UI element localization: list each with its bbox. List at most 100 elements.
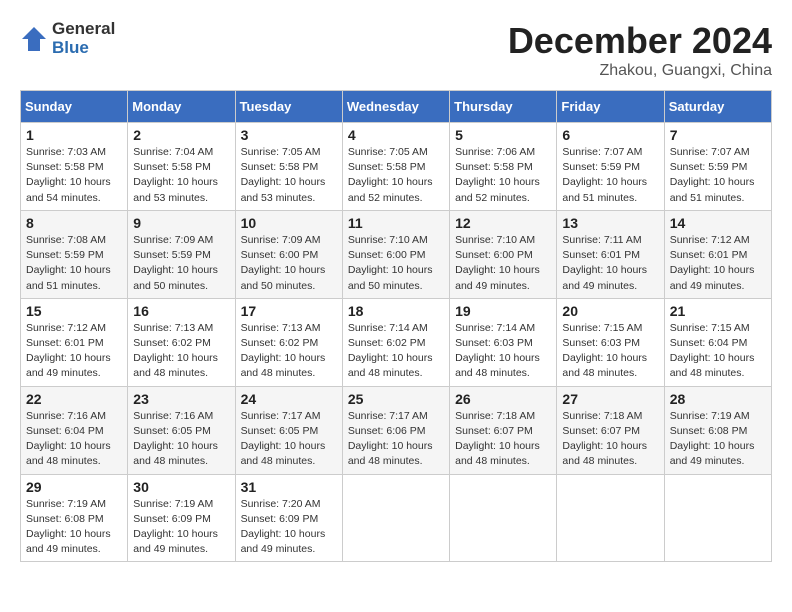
weekday-header: Sunday [21, 91, 128, 123]
calendar-cell: 10 Sunrise: 7:09 AM Sunset: 6:00 PM Dayl… [235, 210, 342, 298]
title-area: December 2024 Zhakou, Guangxi, China [508, 20, 772, 80]
day-number: 20 [562, 303, 658, 319]
day-number: 31 [241, 479, 337, 495]
day-number: 7 [670, 127, 766, 143]
calendar-cell: 16 Sunrise: 7:13 AM Sunset: 6:02 PM Dayl… [128, 298, 235, 386]
day-info: Sunrise: 7:07 AM Sunset: 5:59 PM Dayligh… [670, 145, 766, 206]
day-info: Sunrise: 7:14 AM Sunset: 6:03 PM Dayligh… [455, 321, 551, 382]
day-info: Sunrise: 7:20 AM Sunset: 6:09 PM Dayligh… [241, 497, 337, 558]
calendar-cell: 2 Sunrise: 7:04 AM Sunset: 5:58 PM Dayli… [128, 123, 235, 211]
calendar-cell: 30 Sunrise: 7:19 AM Sunset: 6:09 PM Dayl… [128, 474, 235, 562]
day-info: Sunrise: 7:17 AM Sunset: 6:05 PM Dayligh… [241, 409, 337, 470]
calendar-cell [664, 474, 771, 562]
day-info: Sunrise: 7:13 AM Sunset: 6:02 PM Dayligh… [133, 321, 229, 382]
day-number: 29 [26, 479, 122, 495]
calendar-cell: 29 Sunrise: 7:19 AM Sunset: 6:08 PM Dayl… [21, 474, 128, 562]
day-number: 27 [562, 391, 658, 407]
day-info: Sunrise: 7:06 AM Sunset: 5:58 PM Dayligh… [455, 145, 551, 206]
weekday-header: Monday [128, 91, 235, 123]
day-info: Sunrise: 7:07 AM Sunset: 5:59 PM Dayligh… [562, 145, 658, 206]
calendar-cell [342, 474, 449, 562]
day-info: Sunrise: 7:12 AM Sunset: 6:01 PM Dayligh… [670, 233, 766, 294]
day-info: Sunrise: 7:14 AM Sunset: 6:02 PM Dayligh… [348, 321, 444, 382]
calendar-cell [450, 474, 557, 562]
day-number: 15 [26, 303, 122, 319]
day-info: Sunrise: 7:08 AM Sunset: 5:59 PM Dayligh… [26, 233, 122, 294]
calendar-cell: 26 Sunrise: 7:18 AM Sunset: 6:07 PM Dayl… [450, 386, 557, 474]
day-number: 14 [670, 215, 766, 231]
day-info: Sunrise: 7:18 AM Sunset: 6:07 PM Dayligh… [562, 409, 658, 470]
day-info: Sunrise: 7:10 AM Sunset: 6:00 PM Dayligh… [455, 233, 551, 294]
calendar-cell: 24 Sunrise: 7:17 AM Sunset: 6:05 PM Dayl… [235, 386, 342, 474]
weekday-header: Saturday [664, 91, 771, 123]
weekday-header: Tuesday [235, 91, 342, 123]
day-info: Sunrise: 7:17 AM Sunset: 6:06 PM Dayligh… [348, 409, 444, 470]
day-info: Sunrise: 7:15 AM Sunset: 6:03 PM Dayligh… [562, 321, 658, 382]
calendar-cell: 8 Sunrise: 7:08 AM Sunset: 5:59 PM Dayli… [21, 210, 128, 298]
day-number: 21 [670, 303, 766, 319]
day-number: 28 [670, 391, 766, 407]
calendar-cell: 6 Sunrise: 7:07 AM Sunset: 5:59 PM Dayli… [557, 123, 664, 211]
day-number: 24 [241, 391, 337, 407]
calendar-cell: 18 Sunrise: 7:14 AM Sunset: 6:02 PM Dayl… [342, 298, 449, 386]
day-info: Sunrise: 7:15 AM Sunset: 6:04 PM Dayligh… [670, 321, 766, 382]
calendar-cell: 28 Sunrise: 7:19 AM Sunset: 6:08 PM Dayl… [664, 386, 771, 474]
calendar-cell: 13 Sunrise: 7:11 AM Sunset: 6:01 PM Dayl… [557, 210, 664, 298]
calendar-cell: 27 Sunrise: 7:18 AM Sunset: 6:07 PM Dayl… [557, 386, 664, 474]
calendar-cell: 20 Sunrise: 7:15 AM Sunset: 6:03 PM Dayl… [557, 298, 664, 386]
day-info: Sunrise: 7:18 AM Sunset: 6:07 PM Dayligh… [455, 409, 551, 470]
calendar-cell: 11 Sunrise: 7:10 AM Sunset: 6:00 PM Dayl… [342, 210, 449, 298]
day-number: 11 [348, 215, 444, 231]
calendar-cell: 14 Sunrise: 7:12 AM Sunset: 6:01 PM Dayl… [664, 210, 771, 298]
calendar-table: SundayMondayTuesdayWednesdayThursdayFrid… [20, 90, 772, 562]
day-number: 30 [133, 479, 229, 495]
day-info: Sunrise: 7:03 AM Sunset: 5:58 PM Dayligh… [26, 145, 122, 206]
calendar-cell: 7 Sunrise: 7:07 AM Sunset: 5:59 PM Dayli… [664, 123, 771, 211]
day-number: 1 [26, 127, 122, 143]
calendar-cell: 3 Sunrise: 7:05 AM Sunset: 5:58 PM Dayli… [235, 123, 342, 211]
calendar-cell: 19 Sunrise: 7:14 AM Sunset: 6:03 PM Dayl… [450, 298, 557, 386]
day-number: 5 [455, 127, 551, 143]
calendar-cell: 23 Sunrise: 7:16 AM Sunset: 6:05 PM Dayl… [128, 386, 235, 474]
day-info: Sunrise: 7:10 AM Sunset: 6:00 PM Dayligh… [348, 233, 444, 294]
weekday-header: Thursday [450, 91, 557, 123]
location-title: Zhakou, Guangxi, China [508, 62, 772, 80]
day-number: 23 [133, 391, 229, 407]
day-number: 18 [348, 303, 444, 319]
day-info: Sunrise: 7:16 AM Sunset: 6:05 PM Dayligh… [133, 409, 229, 470]
day-info: Sunrise: 7:19 AM Sunset: 6:09 PM Dayligh… [133, 497, 229, 558]
day-number: 25 [348, 391, 444, 407]
calendar-cell: 25 Sunrise: 7:17 AM Sunset: 6:06 PM Dayl… [342, 386, 449, 474]
day-info: Sunrise: 7:04 AM Sunset: 5:58 PM Dayligh… [133, 145, 229, 206]
calendar-cell: 12 Sunrise: 7:10 AM Sunset: 6:00 PM Dayl… [450, 210, 557, 298]
logo-blue: Blue [52, 39, 115, 58]
day-info: Sunrise: 7:11 AM Sunset: 6:01 PM Dayligh… [562, 233, 658, 294]
day-info: Sunrise: 7:13 AM Sunset: 6:02 PM Dayligh… [241, 321, 337, 382]
day-number: 26 [455, 391, 551, 407]
calendar-cell: 4 Sunrise: 7:05 AM Sunset: 5:58 PM Dayli… [342, 123, 449, 211]
day-number: 22 [26, 391, 122, 407]
calendar-cell: 1 Sunrise: 7:03 AM Sunset: 5:58 PM Dayli… [21, 123, 128, 211]
day-number: 6 [562, 127, 658, 143]
logo-general: General [52, 20, 115, 39]
weekday-header: Wednesday [342, 91, 449, 123]
day-number: 16 [133, 303, 229, 319]
logo-text: General Blue [52, 20, 115, 57]
day-number: 10 [241, 215, 337, 231]
day-number: 13 [562, 215, 658, 231]
day-info: Sunrise: 7:05 AM Sunset: 5:58 PM Dayligh… [241, 145, 337, 206]
day-number: 12 [455, 215, 551, 231]
calendar-cell: 31 Sunrise: 7:20 AM Sunset: 6:09 PM Dayl… [235, 474, 342, 562]
day-number: 19 [455, 303, 551, 319]
logo: General Blue [20, 20, 115, 57]
logo-icon [20, 25, 48, 53]
calendar-cell: 21 Sunrise: 7:15 AM Sunset: 6:04 PM Dayl… [664, 298, 771, 386]
day-number: 4 [348, 127, 444, 143]
calendar-cell: 15 Sunrise: 7:12 AM Sunset: 6:01 PM Dayl… [21, 298, 128, 386]
calendar-cell: 22 Sunrise: 7:16 AM Sunset: 6:04 PM Dayl… [21, 386, 128, 474]
day-number: 3 [241, 127, 337, 143]
day-info: Sunrise: 7:19 AM Sunset: 6:08 PM Dayligh… [26, 497, 122, 558]
day-info: Sunrise: 7:16 AM Sunset: 6:04 PM Dayligh… [26, 409, 122, 470]
day-number: 9 [133, 215, 229, 231]
day-number: 17 [241, 303, 337, 319]
